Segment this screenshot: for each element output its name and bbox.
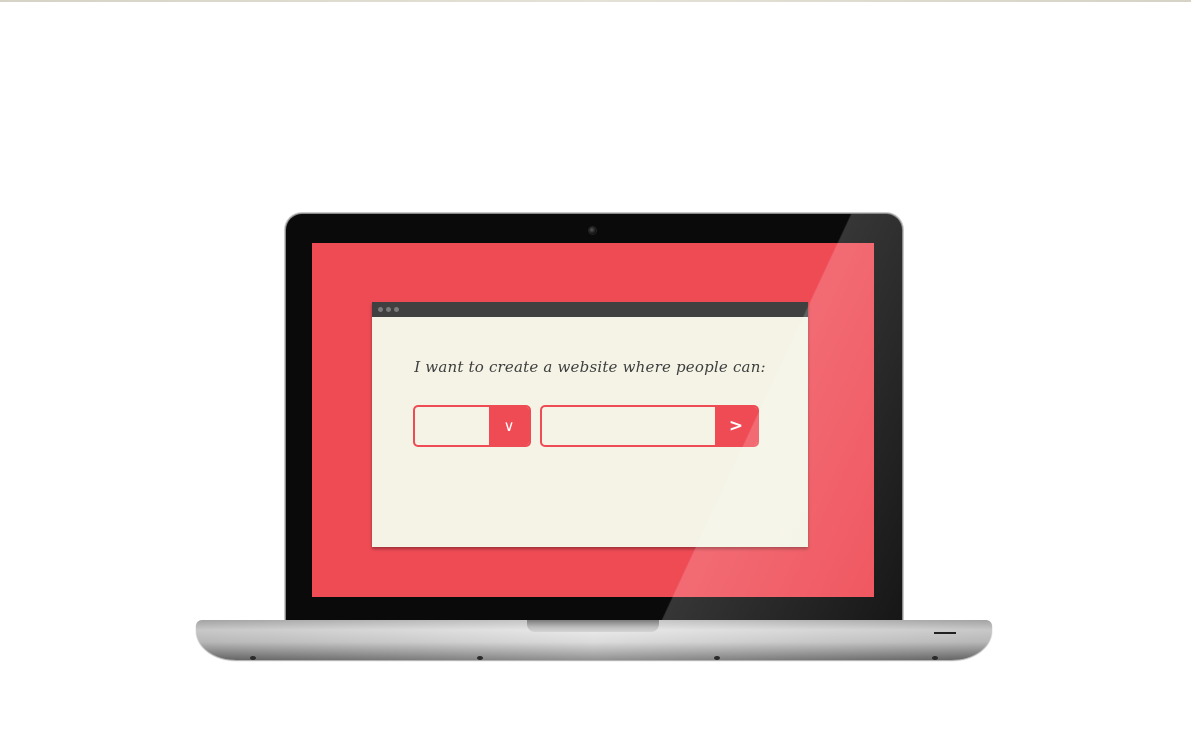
laptop-lid: I want to create a website where people … (286, 214, 902, 622)
rubber-foot (250, 656, 256, 660)
browser-title-bar (372, 302, 808, 317)
rubber-foot (714, 656, 720, 660)
object-input[interactable] (542, 407, 715, 445)
laptop-screen: I want to create a website where people … (312, 243, 874, 597)
window-maximize-dot[interactable] (394, 307, 399, 312)
window-close-dot[interactable] (378, 307, 383, 312)
object-field[interactable]: > (540, 405, 759, 447)
top-divider (0, 0, 1191, 2)
action-dropdown[interactable]: ∨ (413, 405, 531, 447)
camera-icon (589, 227, 596, 234)
browser-window: I want to create a website where people … (372, 302, 808, 547)
chevron-down-icon[interactable]: ∨ (489, 407, 529, 445)
prompt-text: I want to create a website where people … (414, 358, 766, 376)
power-indicator (934, 632, 956, 634)
page: I want to create a website where people … (0, 0, 1191, 745)
lid-opening-notch (527, 620, 659, 632)
rubber-foot (477, 656, 483, 660)
chevron-right-icon[interactable]: > (715, 407, 757, 445)
laptop-base (196, 620, 992, 660)
rubber-foot (932, 656, 938, 660)
window-minimize-dot[interactable] (386, 307, 391, 312)
